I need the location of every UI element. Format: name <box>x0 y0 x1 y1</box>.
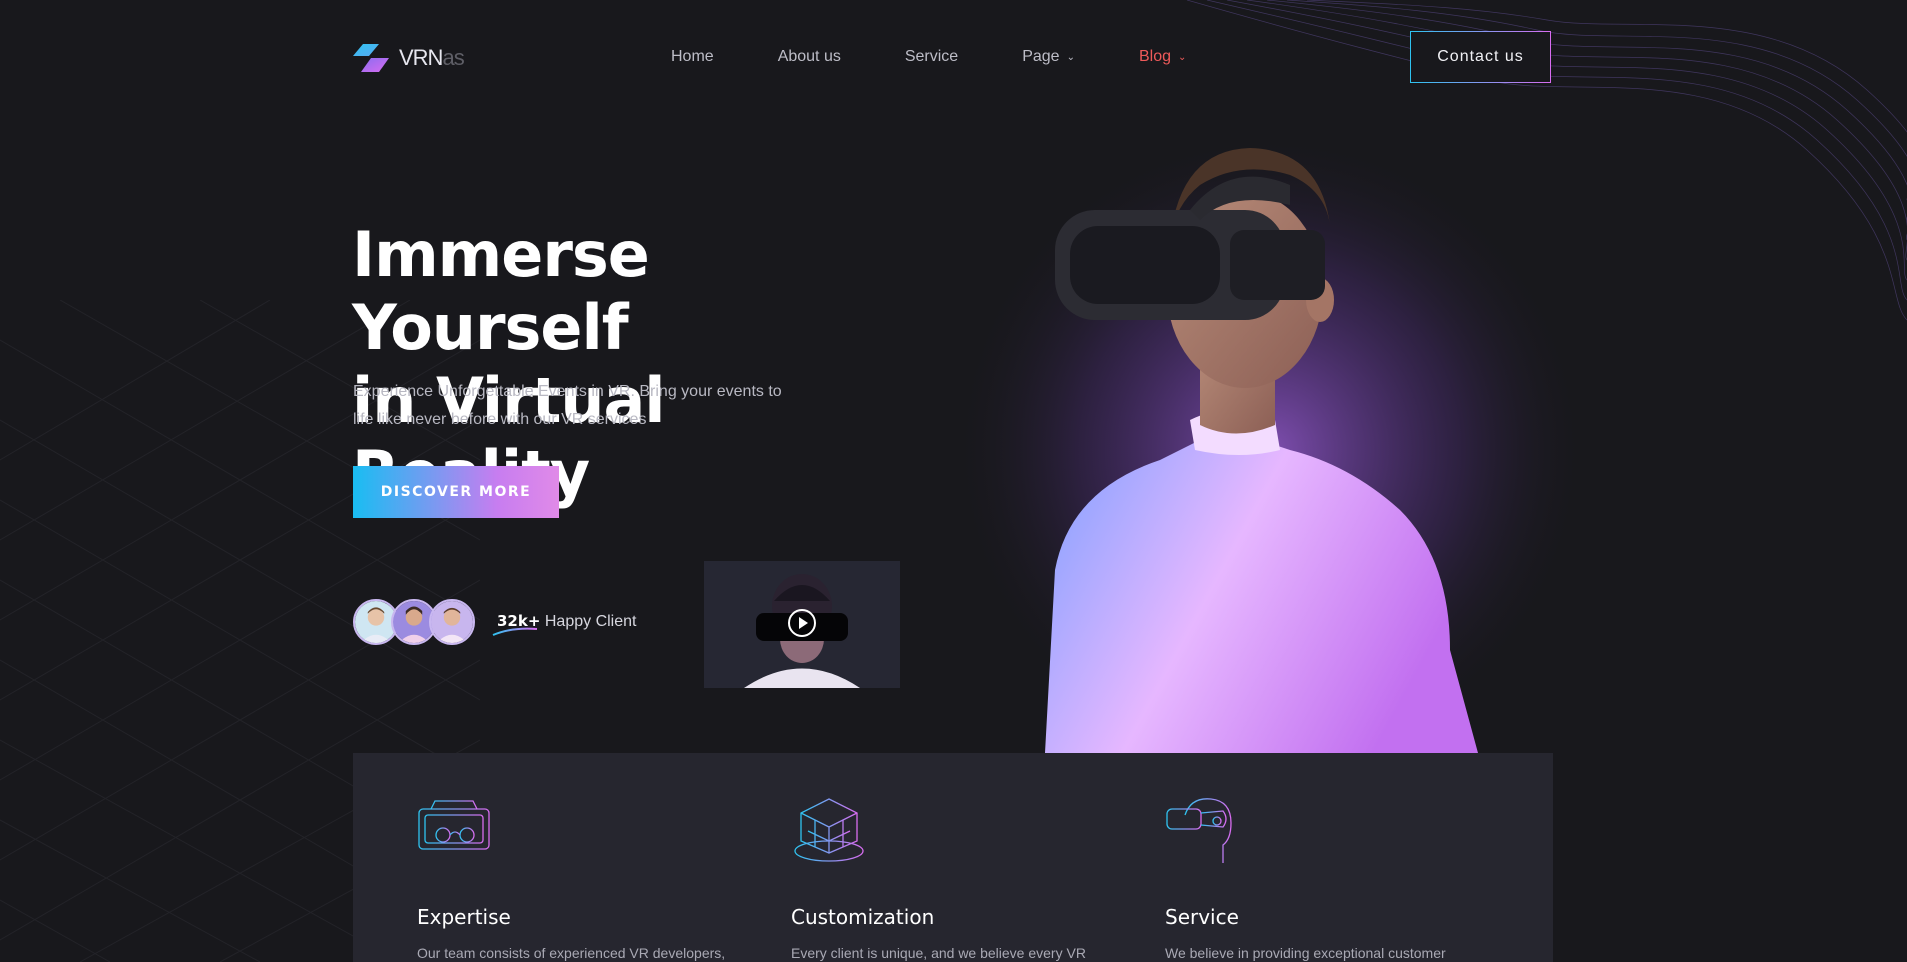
contact-us-button[interactable]: Contact us <box>1410 31 1551 83</box>
feature-text: Our team consists of experienced VR deve… <box>417 945 726 961</box>
play-button[interactable] <box>788 609 816 637</box>
play-icon <box>799 617 808 629</box>
feature-text: Every client is unique, and we believe e… <box>791 945 1086 961</box>
main-nav: Home About us Service Page ⌄ Blog ⌄ <box>671 48 1250 66</box>
chevron-down-icon: ⌄ <box>1178 51 1187 63</box>
avatar <box>429 599 475 645</box>
nav-item-service[interactable]: Service <box>905 48 958 66</box>
site-header: VRNas Home About us Service Page ⌄ Blog ⌄ … <box>353 28 1553 88</box>
features-section: Expertise Our team consists of experienc… <box>353 753 1553 962</box>
nav-item-home[interactable]: Home <box>671 48 714 66</box>
vr-headset-icon <box>418 800 490 850</box>
hero-subtitle: Experience Unforgettable Events in VR. B… <box>353 383 782 428</box>
nav-item-page[interactable]: Page ⌄ <box>1022 48 1075 66</box>
client-avatars <box>353 599 475 645</box>
feature-title: Expertise <box>417 905 511 929</box>
vr-head-profile-icon <box>1166 798 1232 863</box>
nav-item-blog[interactable]: Blog ⌄ <box>1139 48 1186 66</box>
happy-client-count: 32k+ Happy Client <box>492 612 636 636</box>
feature-title: Service <box>1165 905 1239 929</box>
discover-more-button[interactable]: DISCOVER MORE <box>353 466 559 518</box>
logo-text: VRNas <box>399 45 465 70</box>
hero-vr-person-image <box>950 130 1590 753</box>
chevron-down-icon: ⌄ <box>1066 51 1075 63</box>
logo-mark-icon <box>353 44 389 72</box>
nav-item-about[interactable]: About us <box>778 48 841 66</box>
video-thumbnail[interactable] <box>704 561 900 688</box>
brand-logo[interactable]: VRNas <box>353 44 465 72</box>
swoosh-underline-icon <box>492 627 538 636</box>
feature-text: We believe in providing exceptional cust… <box>1165 945 1446 961</box>
3d-cube-icon <box>794 798 864 862</box>
feature-title: Customization <box>791 905 935 929</box>
